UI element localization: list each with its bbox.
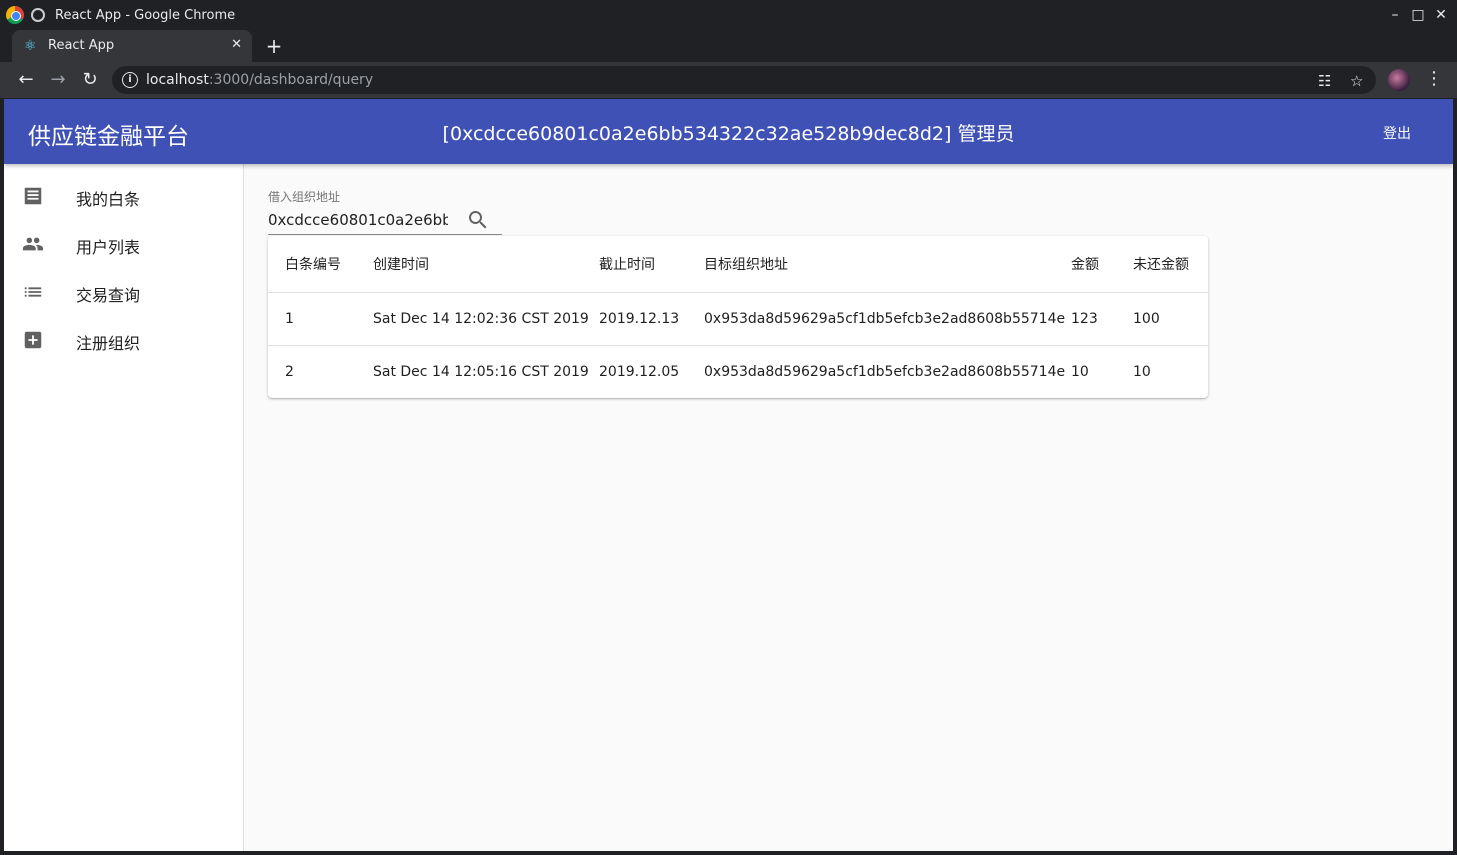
minimize-button[interactable]: – <box>1386 6 1404 24</box>
window-title: React App - Google Chrome <box>55 8 236 23</box>
info-icon[interactable]: i <box>122 72 138 88</box>
sidebar-item-user-list[interactable]: 用户列表 <box>4 221 243 269</box>
receipt-icon <box>24 187 42 205</box>
translate-icon[interactable]: ☷ <box>1318 72 1331 90</box>
extension-icon <box>31 8 45 22</box>
table-cell: 2 <box>285 363 294 380</box>
address-bar[interactable]: i localhost:3000/dashboard/query ☷ ☆ <box>112 66 1376 94</box>
table-row: 1 Sat Dec 14 12:02:36 CST 2019 2019.12.1… <box>268 292 1208 346</box>
search-icon[interactable] <box>466 208 490 232</box>
borrower-address-label: 借入组织地址 <box>268 190 341 204</box>
table-cell: 1 <box>268 292 373 346</box>
table-cell: Sat Dec 14 12:02:36 CST 2019 <box>373 292 599 346</box>
sidebar-item-my-ious[interactable]: 我的白条 <box>4 173 243 221</box>
table-cell: Sat Dec 14 12:05:16 CST 2019 <box>373 363 589 380</box>
column-header: 白条编号 <box>268 236 373 293</box>
forward-button[interactable]: → <box>46 68 70 92</box>
input-underline <box>268 234 502 235</box>
sidebar-item-label: 我的白条 <box>76 190 141 209</box>
sidebar-item-transaction-query[interactable]: 交易查询 <box>4 269 243 317</box>
table-cell: 0x953da8d59629a5cf1db5efcb3e2ad8608b5571… <box>704 363 1066 380</box>
current-user: [0xcdcce60801c0a2e6bb534322c32ae528b9dec… <box>442 123 1015 145</box>
tab-title: React App <box>48 38 115 53</box>
sidebar-item-register-org[interactable]: 注册组织 <box>4 317 243 365</box>
profile-avatar[interactable] <box>1388 69 1410 91</box>
new-tab-button[interactable]: + <box>264 34 284 58</box>
table-cell: 123 <box>1071 292 1133 346</box>
close-window-button[interactable]: ✕ <box>1432 6 1450 24</box>
column-header: 金额 <box>1071 236 1133 293</box>
sidebar-item-label: 用户列表 <box>76 238 141 257</box>
reload-button[interactable]: ↻ <box>78 68 102 92</box>
table-cell: 0x953da8d59629a5cf1db5efcb3e2ad8608b5571… <box>704 292 1071 346</box>
star-icon[interactable]: ☆ <box>1350 72 1363 90</box>
page-viewport: 供应链金融平台 [0xcdcce60801c0a2e6bb534322c32ae… <box>4 99 1453 851</box>
table-header-row: 白条编号 创建时间 截止时间 目标组织地址 金额 未还金额 <box>268 236 1208 293</box>
column-header: 目标组织地址 <box>704 236 1071 293</box>
results-table-card: 白条编号 创建时间 截止时间 目标组织地址 金额 未还金额 1 Sat Dec … <box>268 236 1208 398</box>
borrower-address-input[interactable] <box>268 208 448 232</box>
react-icon: ⚛ <box>24 38 37 54</box>
column-header: 截止时间 <box>599 236 704 293</box>
maximize-button[interactable]: □ <box>1409 6 1427 24</box>
menu-icon[interactable]: ⋮ <box>1425 68 1443 89</box>
table-cell: 10 <box>1071 363 1089 380</box>
close-tab-icon[interactable]: ✕ <box>231 37 242 52</box>
column-header: 创建时间 <box>373 236 599 293</box>
add-box-icon <box>24 331 42 349</box>
window-titlebar: React App - Google Chrome – □ ✕ <box>0 0 1457 30</box>
sidebar-item-label: 交易查询 <box>76 286 141 305</box>
tab-strip: ⚛ React App ✕ + <box>0 30 1457 62</box>
results-table: 白条编号 创建时间 截止时间 目标组织地址 金额 未还金额 1 Sat Dec … <box>268 236 1208 398</box>
table-row: 2 Sat Dec 14 12:05:16 CST 2019 2019.12.0… <box>268 345 1208 398</box>
people-icon <box>22 237 44 251</box>
table-cell: 10 <box>1133 363 1151 380</box>
list-icon <box>24 287 42 297</box>
sidebar: 我的白条 用户列表 交易查询 注册组织 <box>4 164 244 851</box>
table-cell: 2019.12.05 <box>599 363 680 380</box>
app-bar: 供应链金融平台 [0xcdcce60801c0a2e6bb534322c32ae… <box>4 99 1453 164</box>
sidebar-item-label: 注册组织 <box>76 334 141 353</box>
url-text[interactable]: localhost:3000/dashboard/query <box>146 72 373 88</box>
browser-tab[interactable]: ⚛ React App ✕ <box>12 30 252 62</box>
column-header: 未还金额 <box>1133 236 1208 293</box>
browser-toolbar: ← → ↻ i localhost:3000/dashboard/query ☷… <box>0 62 1457 98</box>
logout-button[interactable]: 登出 <box>1383 123 1411 143</box>
back-button[interactable]: ← <box>14 68 38 92</box>
chrome-icon <box>6 6 24 24</box>
table-cell: 100 <box>1133 292 1208 346</box>
table-cell: 2019.12.13 <box>599 292 704 346</box>
